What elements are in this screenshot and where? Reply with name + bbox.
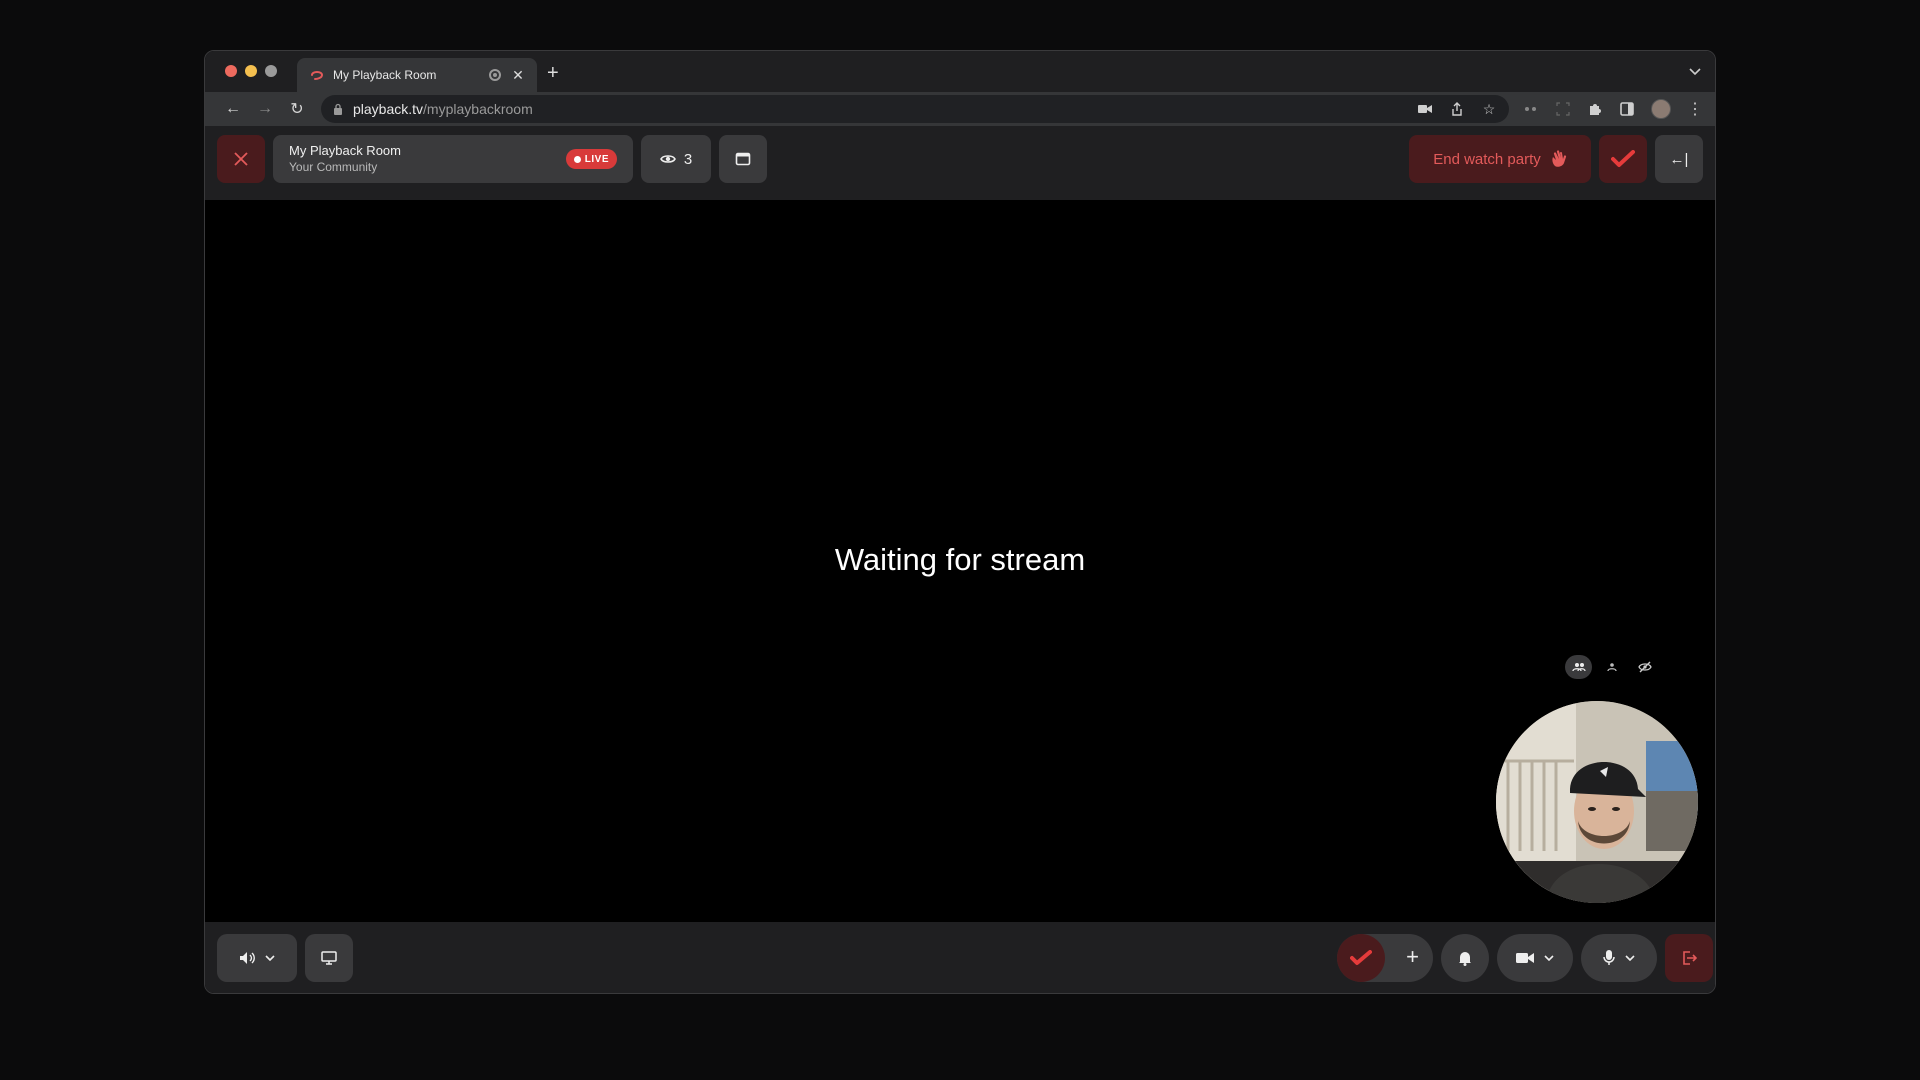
screenshot-area-icon[interactable] xyxy=(1555,101,1571,117)
zoom-window-button[interactable] xyxy=(265,65,277,77)
end-watch-party-label: End watch party xyxy=(1433,150,1541,168)
extensions-puzzle-icon[interactable] xyxy=(1587,101,1603,117)
tab-strip: My Playback Room ✕ + xyxy=(205,51,1715,92)
collapse-sidebar-button[interactable]: ←| xyxy=(1655,135,1703,183)
browser-window: My Playback Room ✕ + ← → ↻ playback.tv/m… xyxy=(204,50,1716,994)
screen-share-button[interactable] xyxy=(305,934,353,982)
eye-off-icon xyxy=(1638,661,1653,673)
add-reaction-plus-icon[interactable]: + xyxy=(1406,946,1419,968)
close-window-button[interactable] xyxy=(225,65,237,77)
new-tab-button[interactable]: + xyxy=(547,63,559,83)
browser-toolbar: ← → ↻ playback.tv/myplaybackroom ☆ ⋮ xyxy=(205,92,1715,126)
layout-toggle-button[interactable] xyxy=(719,135,767,183)
camera-view-toggle xyxy=(1565,653,1659,681)
tab-title: My Playback Room xyxy=(333,68,437,82)
room-info-card[interactable]: My Playback Room Your Community LIVE xyxy=(273,135,633,183)
hide-cameras-button[interactable] xyxy=(1632,655,1659,679)
live-label: LIVE xyxy=(584,153,609,165)
single-view-button[interactable] xyxy=(1598,655,1625,679)
bookmark-star-icon[interactable]: ☆ xyxy=(1481,101,1497,117)
tab-close-button[interactable]: ✕ xyxy=(511,67,525,84)
recording-indicator-icon xyxy=(489,69,501,81)
bottom-controls: + xyxy=(205,922,1715,993)
camera-in-use-icon[interactable] xyxy=(1417,101,1433,117)
monitor-icon xyxy=(321,951,337,965)
notifications-button[interactable] xyxy=(1441,934,1489,982)
forward-arrow-icon[interactable]: → xyxy=(249,100,281,118)
speaker-icon xyxy=(240,952,255,964)
browser-menu-icon[interactable]: ⋮ xyxy=(1687,101,1703,118)
url-path: /myplaybackroom xyxy=(423,101,533,117)
leave-room-button[interactable] xyxy=(1665,934,1713,982)
reload-icon[interactable]: ↻ xyxy=(281,99,313,119)
side-panel-icon[interactable] xyxy=(1619,101,1635,117)
person-icon xyxy=(1607,663,1617,672)
live-badge: LIVE xyxy=(565,149,617,169)
group-view-button[interactable] xyxy=(1565,655,1593,679)
playback-check-logo-icon xyxy=(1350,950,1372,965)
chevron-down-icon xyxy=(265,955,275,961)
microphone-icon xyxy=(1603,950,1615,965)
exit-door-icon xyxy=(1683,951,1697,965)
self-video-feed xyxy=(1496,701,1698,903)
group-icon xyxy=(1572,663,1586,672)
chevron-down-icon xyxy=(1625,955,1635,961)
video-camera-icon xyxy=(1516,953,1534,963)
url-host: playback.tv xyxy=(353,101,424,117)
viewer-count-button[interactable]: 3 xyxy=(641,135,711,183)
browser-tab[interactable]: My Playback Room ✕ xyxy=(297,58,537,92)
share-icon[interactable] xyxy=(1449,101,1465,117)
close-icon xyxy=(234,152,248,166)
extension-dots-icon[interactable] xyxy=(1523,101,1539,117)
chevron-down-icon xyxy=(1544,955,1554,961)
profile-avatar[interactable] xyxy=(1651,99,1671,119)
live-dot-icon xyxy=(573,155,581,163)
back-arrow-icon[interactable]: ← xyxy=(217,100,249,118)
video-stage: Waiting for stream xyxy=(205,200,1715,922)
playback-logo-icon xyxy=(309,67,325,83)
stream-status-text: Waiting for stream xyxy=(834,542,1086,577)
room-header: My Playback Room Your Community LIVE 3 E… xyxy=(205,126,1715,200)
close-room-button[interactable] xyxy=(217,135,265,183)
eye-icon xyxy=(659,155,676,163)
self-camera-bubble[interactable] xyxy=(1496,701,1698,903)
camera-button[interactable] xyxy=(1497,934,1573,982)
minimize-window-button[interactable] xyxy=(245,65,257,77)
reactions-group: + xyxy=(1337,934,1433,982)
end-watch-party-button[interactable]: End watch party xyxy=(1409,135,1591,183)
volume-button[interactable] xyxy=(217,934,297,982)
window-layout-icon xyxy=(735,152,751,166)
wave-hand-icon xyxy=(1552,150,1566,167)
reaction-button[interactable] xyxy=(1337,934,1385,982)
microphone-button[interactable] xyxy=(1581,934,1657,982)
window-controls xyxy=(225,65,277,77)
address-bar[interactable]: playback.tv/myplaybackroom ☆ xyxy=(321,95,1509,123)
bell-icon xyxy=(1459,952,1471,966)
playback-check-logo-icon xyxy=(1611,150,1635,167)
viewer-count: 3 xyxy=(683,150,693,168)
playback-reaction-button[interactable] xyxy=(1599,135,1647,183)
lock-icon xyxy=(334,103,342,115)
tab-search-chevron-icon[interactable] xyxy=(1689,65,1701,79)
